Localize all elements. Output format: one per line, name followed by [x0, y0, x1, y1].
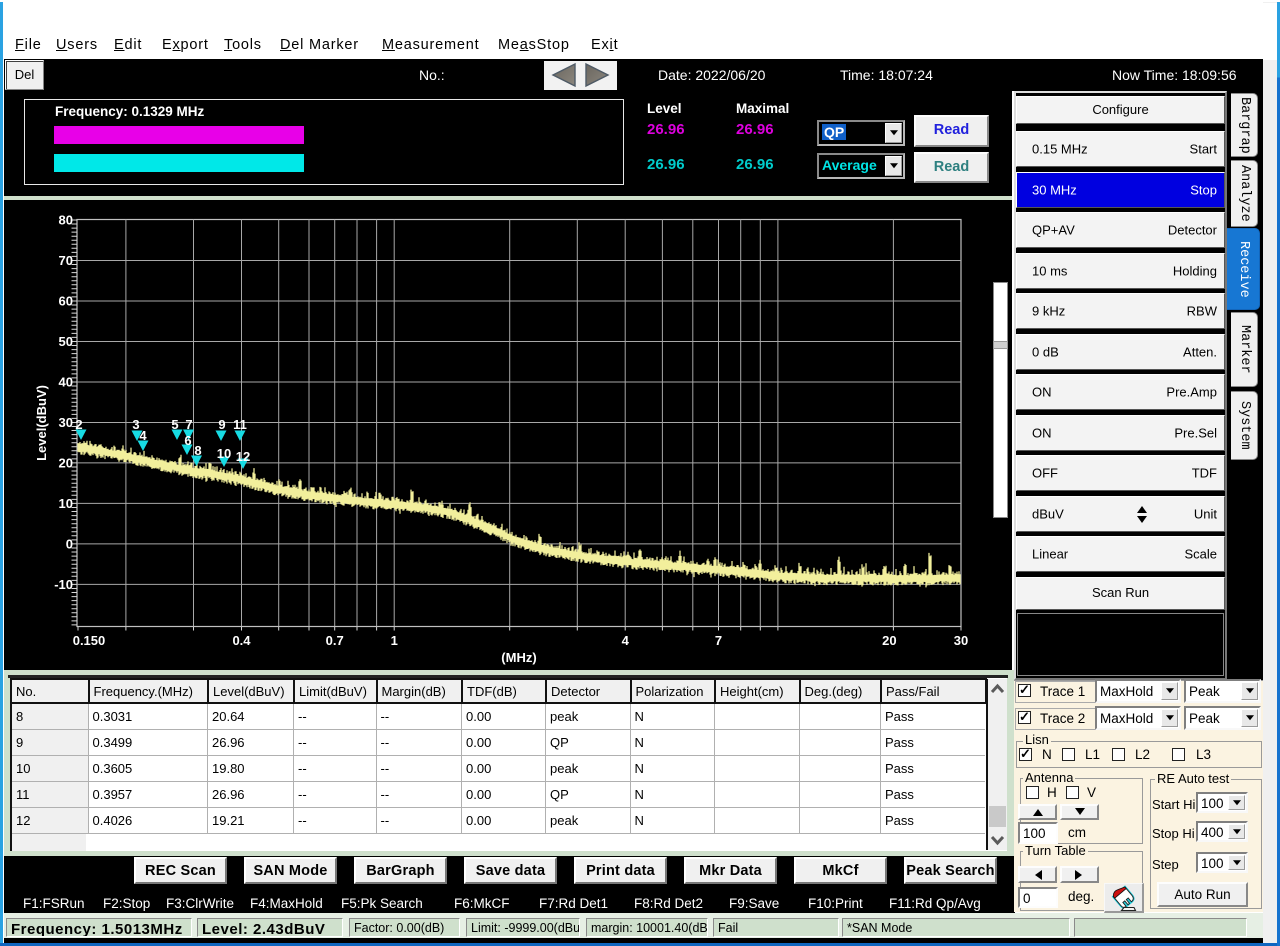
svg-text:20: 20: [882, 633, 896, 648]
svg-text:5: 5: [171, 417, 178, 432]
svg-text:7: 7: [185, 417, 192, 432]
svg-text:9: 9: [218, 417, 225, 432]
svg-text:10: 10: [217, 446, 231, 461]
svg-text:4: 4: [622, 633, 630, 648]
svg-text:12: 12: [236, 449, 250, 464]
svg-text:30: 30: [954, 633, 968, 648]
svg-text:0.150: 0.150: [73, 633, 106, 648]
svg-text:30: 30: [59, 415, 73, 430]
svg-text:70: 70: [59, 253, 73, 268]
svg-text:50: 50: [59, 334, 73, 349]
svg-text:8: 8: [194, 443, 201, 458]
svg-text:10: 10: [59, 496, 73, 511]
svg-text:6: 6: [184, 433, 191, 448]
svg-text:11: 11: [233, 417, 247, 432]
svg-text:Level(dBuV): Level(dBuV): [34, 385, 49, 461]
svg-text:-10: -10: [54, 577, 73, 592]
svg-text:(MHz): (MHz): [501, 650, 536, 665]
svg-text:20: 20: [59, 455, 73, 470]
svg-text:4: 4: [139, 428, 147, 443]
svg-text:0: 0: [66, 536, 73, 551]
svg-text:40: 40: [59, 375, 73, 390]
svg-text:60: 60: [59, 294, 73, 309]
svg-text:7: 7: [715, 633, 722, 648]
svg-text:2: 2: [75, 417, 82, 432]
svg-text:1: 1: [391, 633, 398, 648]
svg-text:80: 80: [59, 213, 73, 228]
svg-text:0.7: 0.7: [326, 633, 344, 648]
svg-text:0.4: 0.4: [232, 633, 251, 648]
